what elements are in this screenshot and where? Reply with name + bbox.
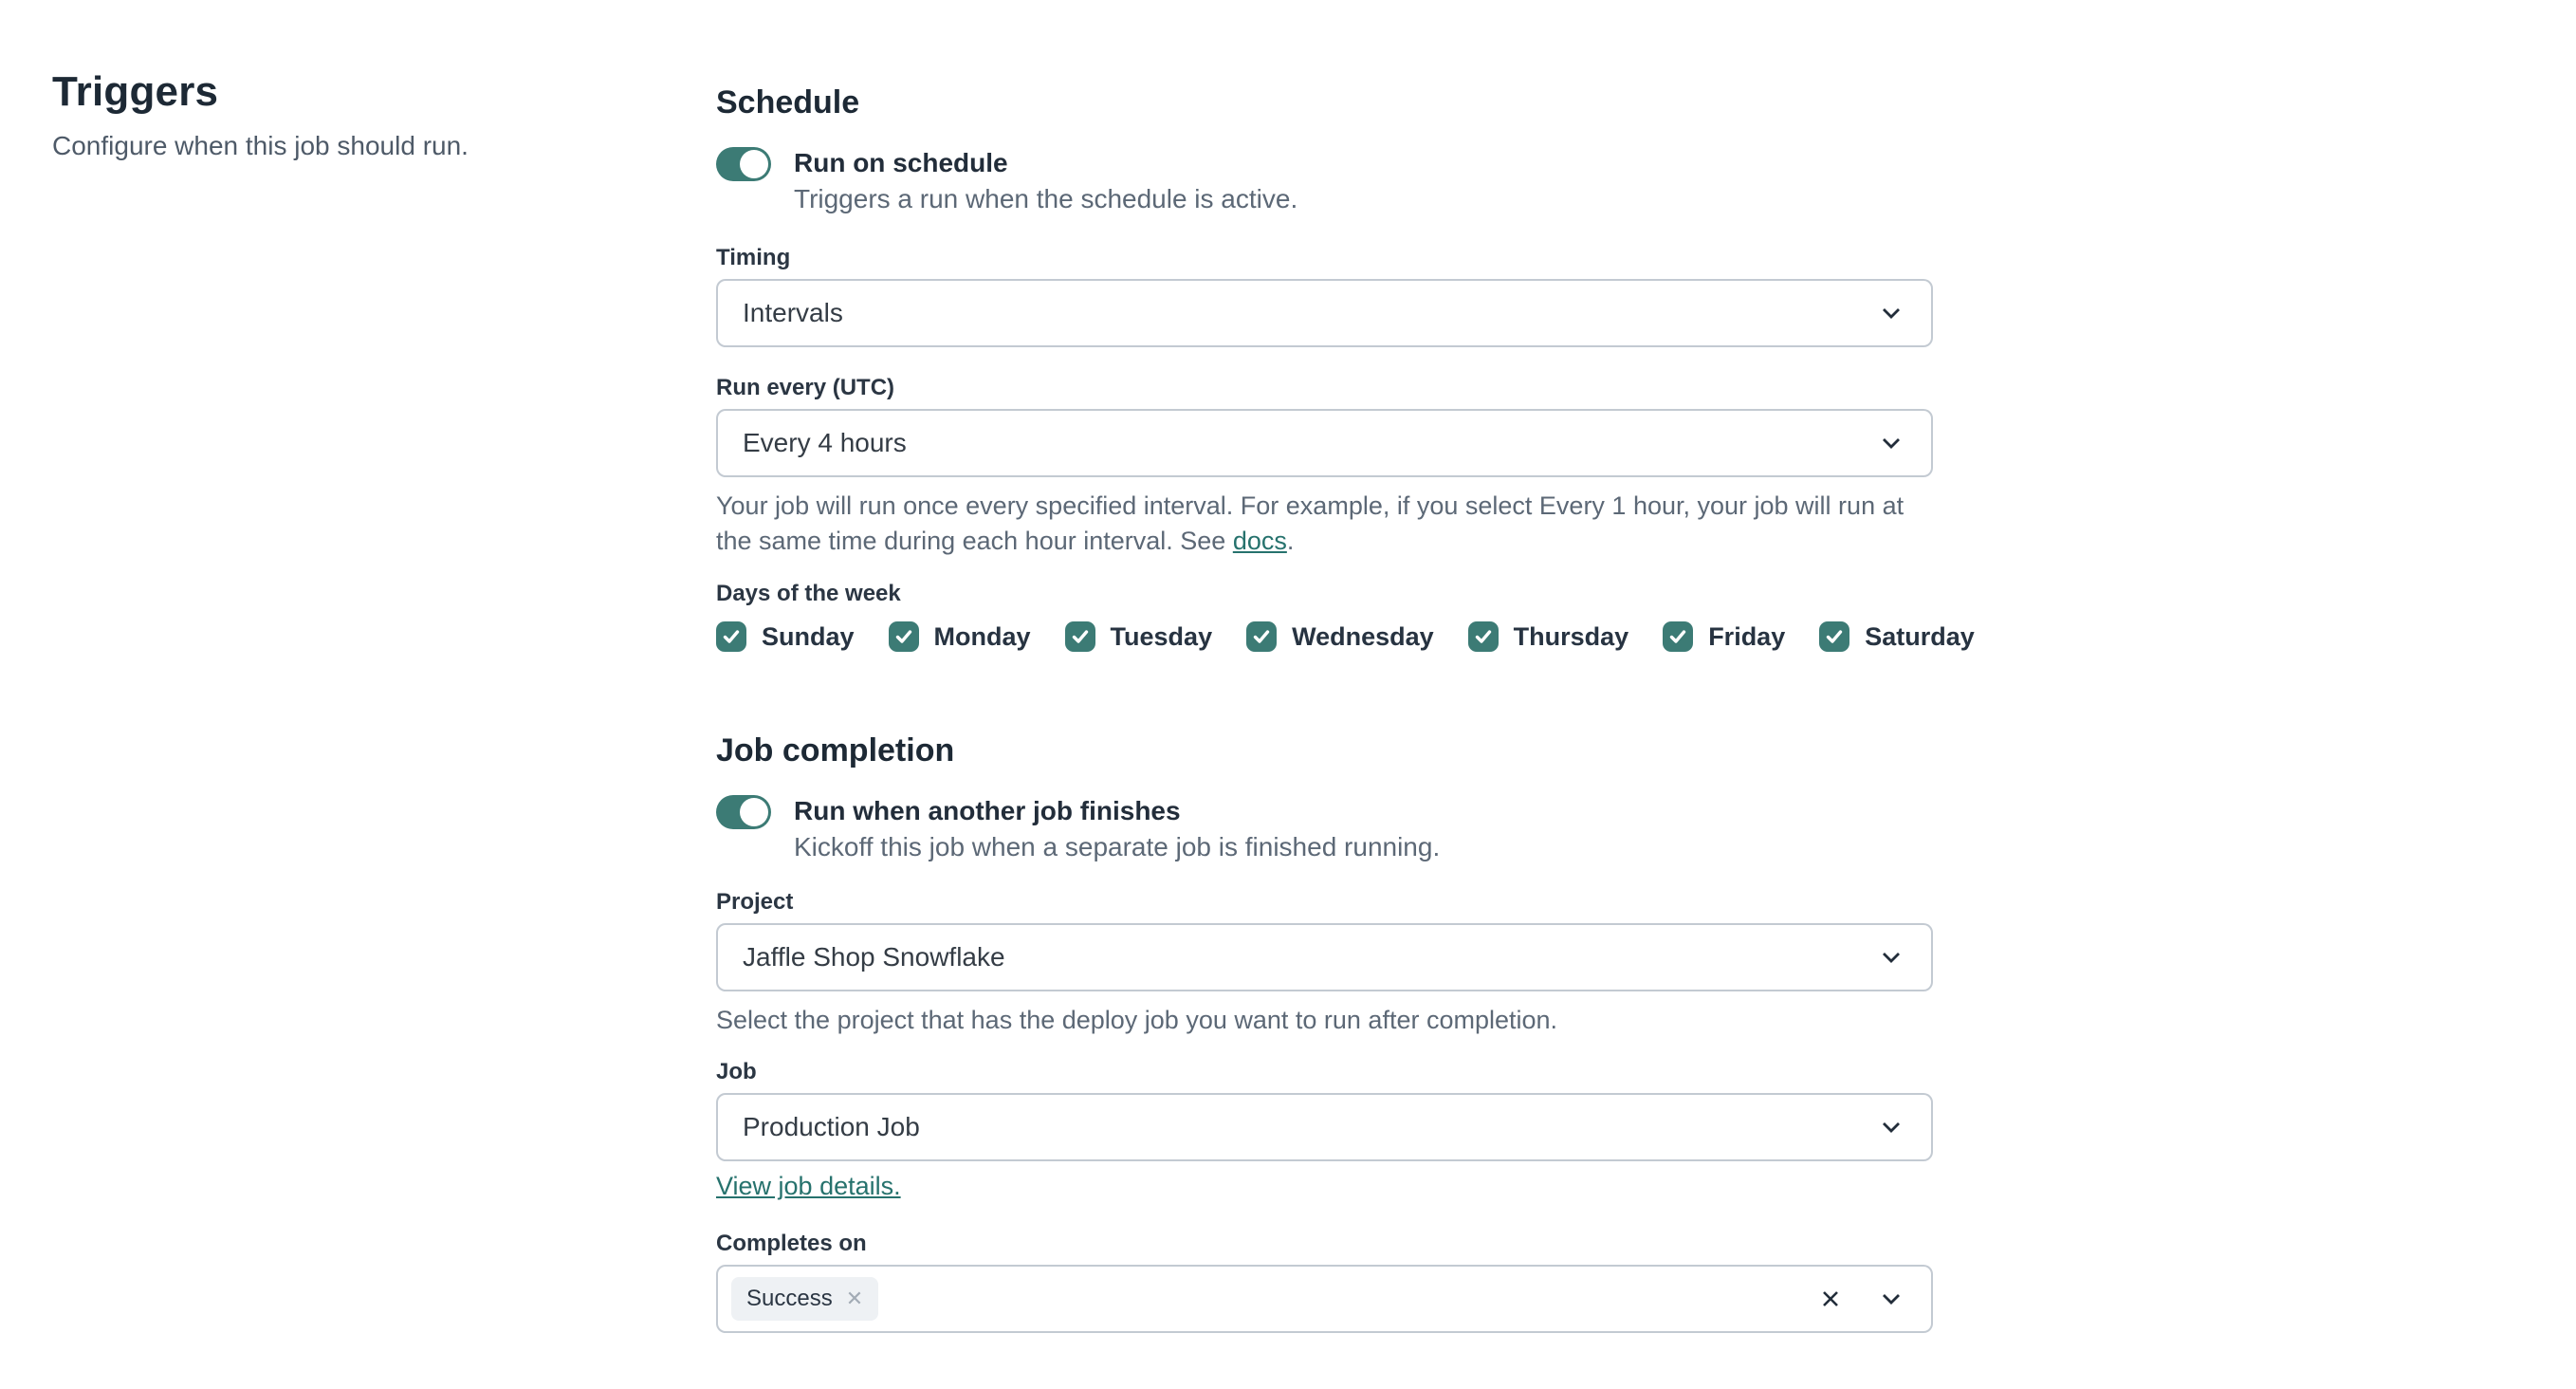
run-every-select-value: Every 4 hours xyxy=(743,428,907,457)
run-every-help-text: Your job will run once every specified i… xyxy=(716,489,1933,559)
chevron-down-icon xyxy=(1883,438,1900,449)
page-subtitle: Configure when this job should run. xyxy=(52,131,469,160)
run-on-schedule-label: Run on schedule xyxy=(794,148,1008,177)
run-on-schedule-row: Run on schedule Triggers a run when the … xyxy=(716,145,1933,217)
remove-tag-icon[interactable]: ✕ xyxy=(846,1288,863,1309)
run-when-job-finishes-text: Run when another job finishes Kickoff th… xyxy=(794,793,1440,865)
checkbox-checked-icon[interactable] xyxy=(888,621,919,652)
day-label: Wednesday xyxy=(1292,621,1434,651)
triggers-settings-page: Triggers Configure when this job should … xyxy=(0,0,2576,1389)
day-checkbox-tuesday[interactable]: Tuesday xyxy=(1064,621,1213,652)
help-text-after: . xyxy=(1286,527,1295,555)
project-help-text: Select the project that has the deploy j… xyxy=(716,1006,1558,1034)
chevron-down-icon[interactable] xyxy=(1876,1284,1906,1314)
project-select[interactable]: Jaffle Shop Snowflake xyxy=(716,923,1933,991)
run-when-job-finishes-description: Kickoff this job when a separate job is … xyxy=(794,832,1441,861)
checkbox-checked-icon[interactable] xyxy=(1467,621,1499,652)
success-tag-chip: Success ✕ xyxy=(731,1277,879,1321)
timing-label: Timing xyxy=(716,245,791,270)
run-on-schedule-description: Triggers a run when the schedule is acti… xyxy=(794,184,1298,213)
days-of-week-label: Days of the week xyxy=(716,581,901,606)
day-checkbox-wednesday[interactable]: Wednesday xyxy=(1246,621,1434,652)
day-checkbox-sunday[interactable]: Sunday xyxy=(716,621,855,652)
day-label: Monday xyxy=(933,621,1031,651)
section-intro: Triggers Configure when this job should … xyxy=(52,68,640,161)
job-select-value: Production Job xyxy=(743,1112,920,1141)
toggle-knob xyxy=(740,798,768,826)
day-checkbox-friday[interactable]: Friday xyxy=(1663,621,1785,652)
run-when-job-finishes-label: Run when another job finishes xyxy=(794,796,1181,825)
chevron-down-icon xyxy=(1883,953,1900,963)
help-text-before: Your job will run once every specified i… xyxy=(716,491,1904,555)
timing-select-value: Intervals xyxy=(743,298,843,327)
chevron-down-icon xyxy=(1883,1122,1900,1133)
view-job-details-link[interactable]: View job details. xyxy=(716,1172,901,1200)
days-of-week-group: Sunday Monday Tuesday Wednesday Thursday… xyxy=(716,621,1975,652)
checkbox-checked-icon[interactable] xyxy=(1663,621,1694,652)
job-label: Job xyxy=(716,1059,757,1084)
chevron-down-icon xyxy=(1883,308,1900,319)
docs-link[interactable]: docs xyxy=(1233,527,1287,555)
project-label: Project xyxy=(716,889,794,915)
run-on-schedule-toggle[interactable] xyxy=(716,147,771,181)
checkbox-checked-icon[interactable] xyxy=(1246,621,1278,652)
triggers-form: Schedule Run on schedule Triggers a run … xyxy=(716,83,1975,1333)
checkbox-checked-icon[interactable] xyxy=(1064,621,1095,652)
job-select[interactable]: Production Job xyxy=(716,1093,1933,1161)
success-tag-label: Success xyxy=(746,1286,833,1311)
day-checkbox-saturday[interactable]: Saturday xyxy=(1819,621,1975,652)
project-select-value: Jaffle Shop Snowflake xyxy=(743,942,1005,972)
timing-select[interactable]: Intervals xyxy=(716,279,1933,347)
checkbox-checked-icon[interactable] xyxy=(1819,621,1850,652)
toggle-knob xyxy=(740,150,768,178)
day-checkbox-thursday[interactable]: Thursday xyxy=(1467,621,1629,652)
run-every-select[interactable]: Every 4 hours xyxy=(716,409,1933,477)
page-title: Triggers xyxy=(52,68,219,115)
day-label: Thursday xyxy=(1513,621,1629,651)
checkbox-checked-icon[interactable] xyxy=(716,621,746,652)
run-on-schedule-text: Run on schedule Triggers a run when the … xyxy=(794,145,1297,217)
job-detail-row: View job details. xyxy=(716,1173,1933,1199)
day-checkbox-monday[interactable]: Monday xyxy=(888,621,1031,652)
run-when-job-finishes-toggle[interactable] xyxy=(716,795,771,829)
day-label: Sunday xyxy=(762,621,855,651)
schedule-heading: Schedule xyxy=(716,84,860,120)
day-label: Friday xyxy=(1708,621,1786,651)
run-when-job-finishes-row: Run when another job finishes Kickoff th… xyxy=(716,793,1933,865)
job-completion-heading: Job completion xyxy=(716,732,955,769)
completes-on-label: Completes on xyxy=(716,1231,867,1256)
clear-all-icon[interactable] xyxy=(1817,1286,1844,1312)
completes-on-multiselect[interactable]: Success ✕ xyxy=(716,1265,1933,1333)
day-label: Tuesday xyxy=(1110,621,1213,651)
day-label: Saturday xyxy=(1865,621,1975,651)
run-every-label: Run every (UTC) xyxy=(716,375,895,400)
